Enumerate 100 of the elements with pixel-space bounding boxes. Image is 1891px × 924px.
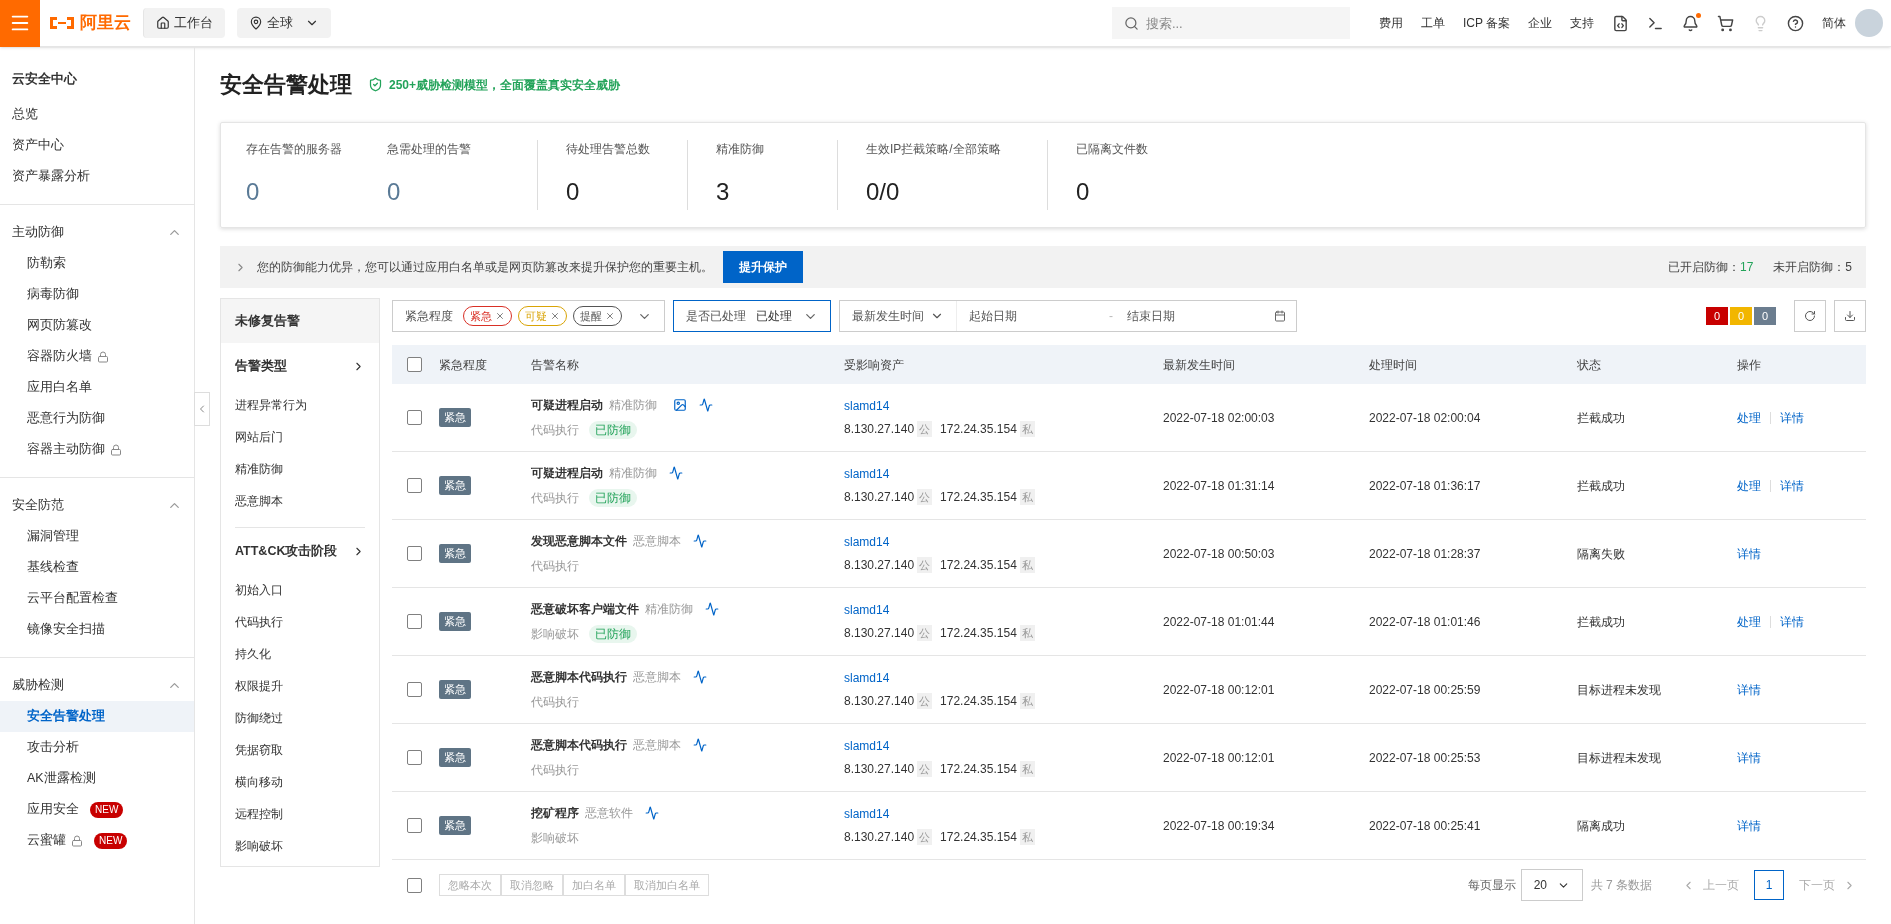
checkbox[interactable] [407, 410, 422, 425]
image-icon[interactable] [673, 398, 687, 412]
action-link[interactable]: 详情 [1737, 816, 1761, 835]
action-link[interactable]: 详情 [1780, 612, 1804, 631]
download-button[interactable] [1834, 300, 1866, 332]
close-icon[interactable] [605, 311, 615, 321]
sidebar-item[interactable]: 应用安全 NEW [0, 794, 194, 825]
sidebar-item[interactable]: 总览 [0, 99, 194, 130]
sidebar-item[interactable]: 云平台配置检查 [0, 583, 194, 614]
alert-name[interactable]: 挖矿程序 [531, 804, 579, 822]
trace-icon[interactable] [705, 602, 719, 616]
time-type-select[interactable]: 最新发生时间 [840, 301, 957, 331]
filter-item[interactable]: 持久化 [235, 638, 365, 670]
close-icon[interactable] [550, 311, 560, 321]
alert-name[interactable]: 恶意破坏客户端文件 [531, 600, 639, 618]
panel-header[interactable]: 未修复告警 [221, 299, 379, 343]
severity-filter[interactable]: 紧急程度 紧急 可疑 提醒 [392, 300, 665, 332]
nav-link[interactable]: 支持 [1570, 14, 1594, 32]
checkbox[interactable] [407, 682, 422, 697]
sidebar-item[interactable]: 恶意行为防御 [0, 403, 194, 434]
language-link[interactable]: 简体 [1822, 14, 1846, 32]
sidebar-item[interactable]: 资产暴露分析 [0, 161, 194, 192]
filter-item[interactable]: 初始入口 [235, 574, 365, 606]
host-link[interactable]: slamd14 [844, 397, 1163, 415]
checkbox[interactable] [407, 877, 422, 893]
host-link[interactable]: slamd14 [844, 465, 1163, 483]
workbench-button[interactable]: 工作台 [143, 8, 225, 38]
checkbox[interactable] [407, 750, 422, 765]
handled-filter[interactable]: 是否已处理 已处理 [673, 300, 831, 332]
sidebar-item[interactable]: 基线检查 [0, 552, 194, 583]
action-link[interactable]: 详情 [1780, 408, 1804, 427]
sidebar-item[interactable]: 容器主动防御 [0, 434, 194, 465]
filter-item[interactable]: 权限提升 [235, 670, 365, 702]
help-icon[interactable] [1787, 14, 1804, 32]
action-link[interactable]: 详情 [1737, 748, 1761, 767]
nav-link[interactable]: 企业 [1528, 14, 1552, 32]
trace-icon[interactable] [699, 398, 713, 412]
sidebar-item[interactable]: 防勒索 [0, 248, 194, 279]
sidebar-item[interactable]: 镜像安全扫描 [0, 614, 194, 645]
action-link[interactable]: 处理 [1737, 476, 1761, 495]
alert-name[interactable]: 发现恶意脚本文件 [531, 532, 627, 550]
filter-item[interactable]: 恶意脚本 [221, 485, 379, 517]
sidebar-item[interactable]: 攻击分析 [0, 732, 194, 763]
upgrade-button[interactable]: 提升保护 [723, 251, 803, 283]
host-link[interactable]: slamd14 [844, 805, 1163, 823]
stat-value[interactable]: 0 [246, 174, 359, 210]
action-link[interactable]: 详情 [1737, 680, 1761, 699]
sidebar-item[interactable]: AK泄露检测 [0, 763, 194, 794]
action-link[interactable]: 处理 [1737, 612, 1761, 631]
calendar-icon[interactable] [1274, 310, 1286, 322]
filter-item[interactable]: 网站后门 [221, 421, 379, 453]
page-button[interactable]: 1 [1754, 870, 1784, 900]
sidebar-group-header[interactable]: 主动防御 [0, 217, 194, 248]
sidebar-item[interactable]: 资产中心 [0, 130, 194, 161]
checkbox[interactable] [407, 818, 422, 833]
region-dropdown[interactable]: 全球 [237, 8, 331, 38]
host-link[interactable]: slamd14 [844, 601, 1163, 619]
host-link[interactable]: slamd14 [844, 737, 1163, 755]
trace-icon[interactable] [693, 738, 707, 752]
sidebar-item[interactable]: 应用白名单 [0, 372, 194, 403]
action-link[interactable]: 详情 [1780, 476, 1804, 495]
filter-item[interactable]: 代码执行 [235, 606, 365, 638]
trace-icon[interactable] [645, 806, 659, 820]
nav-link[interactable]: 工单 [1420, 14, 1445, 32]
filter-item[interactable]: 远程控制 [235, 798, 365, 830]
start-date-field[interactable]: 起始日期 [969, 307, 1109, 325]
sidebar-group-header[interactable]: 威胁检测 [0, 670, 194, 701]
alert-name[interactable]: 可疑进程启动 [531, 464, 603, 482]
trace-icon[interactable] [669, 466, 683, 480]
menu-button[interactable] [0, 0, 40, 47]
trace-icon[interactable] [693, 534, 707, 548]
sidebar-group-header[interactable]: 安全防范 [0, 490, 194, 521]
sidebar-item[interactable]: 安全告警处理 [0, 701, 194, 732]
search-field[interactable]: 搜索... [1111, 7, 1350, 39]
filter-item[interactable]: 影响破坏 [235, 830, 365, 862]
checkbox[interactable] [407, 546, 422, 561]
refresh-button[interactable] [1794, 300, 1826, 332]
end-date-field[interactable]: 结束日期 [1127, 307, 1247, 325]
action-link[interactable]: 处理 [1737, 408, 1761, 427]
alert-name[interactable]: 恶意脚本代码执行 [531, 668, 627, 686]
nav-link[interactable]: 费用 [1378, 14, 1403, 32]
close-icon[interactable] [495, 311, 505, 321]
filter-item[interactable]: 精准防御 [221, 453, 379, 485]
filter-item[interactable]: 防御绕过 [235, 702, 365, 734]
sidebar-item[interactable]: 容器防火墙 [0, 341, 194, 372]
action-link[interactable]: 详情 [1737, 544, 1761, 563]
nav-link[interactable]: ICP 备案 [1462, 14, 1510, 32]
sidebar-item[interactable]: 漏洞管理 [0, 521, 194, 552]
sidebar-item[interactable]: 云蜜罐 NEW [0, 825, 194, 856]
checkbox[interactable] [407, 357, 422, 372]
filter-item[interactable]: 凭据窃取 [235, 734, 365, 766]
notification-icon[interactable] [1682, 14, 1699, 32]
section-header[interactable]: 告警类型 [221, 343, 379, 389]
trace-icon[interactable] [693, 670, 707, 684]
filter-item[interactable]: 进程异常行为 [221, 389, 379, 421]
code-icon[interactable] [1612, 14, 1629, 32]
checkbox[interactable] [407, 478, 422, 493]
checkbox[interactable] [407, 614, 422, 629]
sidebar-item[interactable]: 网页防篡改 [0, 310, 194, 341]
filter-item[interactable]: 横向移动 [235, 766, 365, 798]
